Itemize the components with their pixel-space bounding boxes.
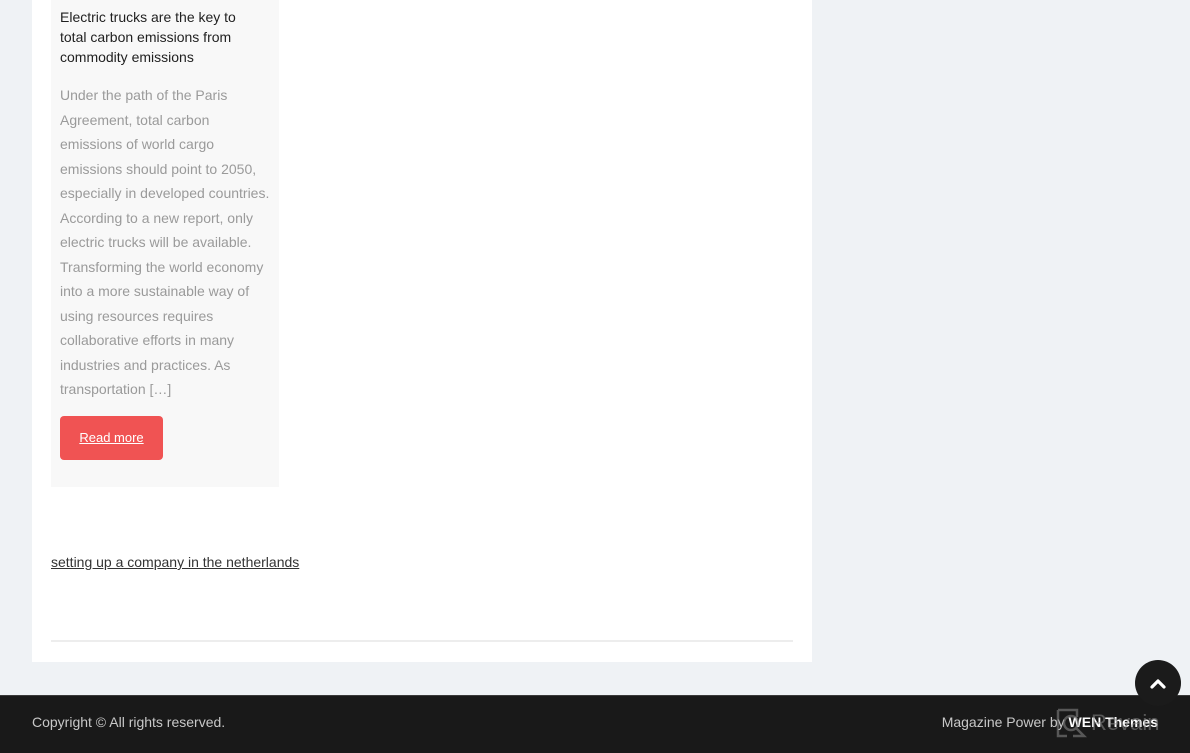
scroll-to-top-button[interactable] bbox=[1135, 660, 1181, 706]
divider bbox=[51, 640, 793, 642]
chevron-up-icon bbox=[1150, 679, 1166, 689]
copyright-text: Copyright © All rights reserved. bbox=[32, 714, 226, 730]
theme-author-link[interactable]: WEN Themes bbox=[1069, 714, 1158, 730]
powered-by-text: Magazine Power by WEN Themes bbox=[942, 714, 1158, 730]
read-more-button[interactable]: Read more bbox=[60, 415, 163, 460]
post-excerpt: Under the path of the Paris Agreement, t… bbox=[60, 87, 270, 397]
powered-by-prefix: Magazine Power by bbox=[941, 714, 1069, 730]
main-content-panel: Electric trucks are the key to total car… bbox=[32, 0, 812, 662]
post-card: Electric trucks are the key to total car… bbox=[51, 0, 279, 487]
related-post-link[interactable]: setting up a company in the netherlands bbox=[51, 554, 299, 570]
site-footer: Copyright © All rights reserved. Magazin… bbox=[0, 695, 1190, 753]
post-title[interactable]: Electric trucks are the key to total car… bbox=[60, 7, 265, 67]
